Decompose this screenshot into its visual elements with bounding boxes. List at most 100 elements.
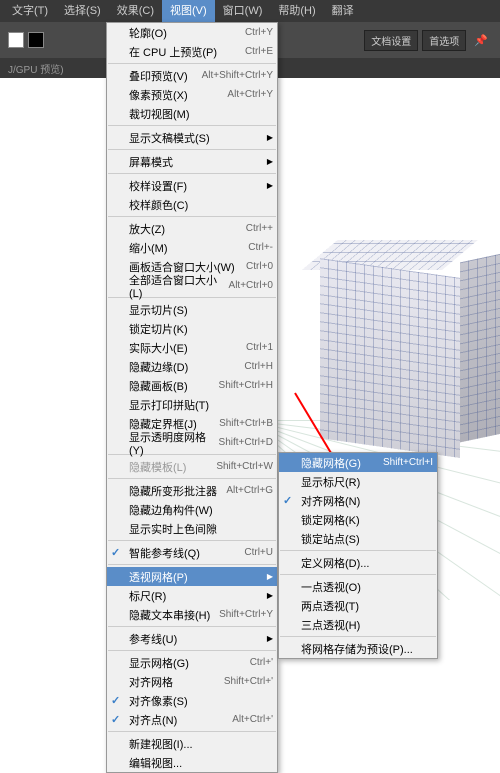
shortcut-label: Shift+Ctrl+I — [383, 457, 433, 468]
shortcut-label: Alt+Shift+Ctrl+Y — [202, 70, 273, 81]
view-menu-item-7[interactable]: 显示文稿模式(S)▶ — [107, 128, 277, 147]
menu-item-label: 放大(Z) — [129, 221, 246, 237]
menu-item-label: 显示打印拼贴(T) — [129, 397, 273, 413]
persp-submenu-item-0[interactable]: 隐藏网格(G)Shift+Ctrl+I — [279, 453, 437, 472]
menu-item-label: 实际大小(E) — [129, 340, 246, 356]
menu-item-label: 新建视图(I)... — [129, 736, 273, 752]
persp-submenu-item-9[interactable]: 两点透视(T) — [279, 596, 437, 615]
menu-item-label: 显示实时上色间隙 — [129, 521, 273, 537]
view-menu-separator — [108, 63, 276, 64]
shortcut-label: Alt+Ctrl+Y — [227, 89, 273, 100]
menu-item-label: 一点透视(O) — [301, 579, 433, 595]
topmenu-文字(T)[interactable]: 文字(T) — [4, 0, 56, 22]
view-menu-separator — [108, 540, 276, 541]
topmenu-效果(C)[interactable]: 效果(C) — [109, 0, 162, 22]
view-menu-item-47[interactable]: 新建视图(I)... — [107, 734, 277, 753]
view-menu-item-28: 隐藏模板(L)Shift+Ctrl+W — [107, 457, 277, 476]
menu-item-label: 像素预览(X) — [129, 87, 227, 103]
view-menu-separator — [108, 125, 276, 126]
shortcut-label: Shift+Ctrl+H — [219, 380, 273, 391]
view-menu-item-11[interactable]: 校样设置(F)▶ — [107, 176, 277, 195]
view-menu-item-31[interactable]: 隐藏边角构件(W) — [107, 500, 277, 519]
view-menu-item-3[interactable]: 叠印预览(V)Alt+Shift+Ctrl+Y — [107, 66, 277, 85]
persp-submenu-item-12[interactable]: 将网格存储为预设(P)... — [279, 639, 437, 658]
menu-item-label: 校样设置(F) — [129, 178, 273, 194]
menu-item-label: 显示透明度网格(Y) — [129, 429, 219, 457]
persp-submenu-item-8[interactable]: 一点透视(O) — [279, 577, 437, 596]
topmenu-选择(S)[interactable]: 选择(S) — [56, 0, 109, 22]
view-menu-separator — [108, 149, 276, 150]
view-menu-item-32[interactable]: 显示实时上色间隙 — [107, 519, 277, 538]
view-menu-item-48[interactable]: 编辑视图... — [107, 753, 277, 772]
shortcut-label: Ctrl+E — [245, 46, 273, 57]
menu-item-label: 对齐像素(S) — [129, 693, 273, 709]
menu-item-label: 缩小(M) — [129, 240, 248, 256]
view-menu-item-24[interactable]: 显示打印拼贴(T) — [107, 395, 277, 414]
persp-submenu-item-6[interactable]: 定义网格(D)... — [279, 553, 437, 572]
shortcut-label: Ctrl++ — [246, 223, 273, 234]
menu-item-label: 隐藏网格(G) — [301, 455, 383, 471]
view-menu-item-22[interactable]: 隐藏边缘(D)Ctrl+H — [107, 357, 277, 376]
shortcut-label: Ctrl+H — [244, 361, 273, 372]
topmenu-帮助(H)[interactable]: 帮助(H) — [270, 0, 323, 22]
persp-submenu-item-3[interactable]: 锁定网格(K) — [279, 510, 437, 529]
view-menu-item-23[interactable]: 隐藏画板(B)Shift+Ctrl+H — [107, 376, 277, 395]
topmenu-窗口(W)[interactable]: 窗口(W) — [215, 0, 271, 22]
view-menu-item-0[interactable]: 轮廓(O)Ctrl+Y — [107, 23, 277, 42]
view-menu-item-15[interactable]: 缩小(M)Ctrl+- — [107, 238, 277, 257]
menu-item-label: 定义网格(D)... — [301, 555, 433, 571]
view-menu-item-12[interactable]: 校样颜色(C) — [107, 195, 277, 214]
topmenu-视图(V)[interactable]: 视图(V) — [162, 0, 215, 22]
menu-item-label: 隐藏模板(L) — [129, 459, 216, 475]
view-menu-item-37[interactable]: 标尺(R)▶ — [107, 586, 277, 605]
menu-item-label: 全部适合窗口大小(L) — [129, 272, 229, 300]
menu-item-label: 锁定切片(K) — [129, 321, 273, 337]
view-menu-item-21[interactable]: 实际大小(E)Ctrl+1 — [107, 338, 277, 357]
view-menu-item-26[interactable]: 显示透明度网格(Y)Shift+Ctrl+D — [107, 433, 277, 452]
view-menu-item-20[interactable]: 锁定切片(K) — [107, 319, 277, 338]
view-menu-item-19[interactable]: 显示切片(S) — [107, 300, 277, 319]
persp-submenu-separator — [280, 550, 436, 551]
prefs-button[interactable]: 首选项 — [422, 30, 466, 51]
menu-item-label: 三点透视(H) — [301, 617, 433, 633]
view-menu-item-45[interactable]: ✓对齐点(N)Alt+Ctrl+' — [107, 710, 277, 729]
stroke-swatch[interactable] — [28, 32, 44, 48]
view-menu-separator — [108, 564, 276, 565]
view-menu-item-1[interactable]: 在 CPU 上预览(P)Ctrl+E — [107, 42, 277, 61]
view-menu-item-17[interactable]: 全部适合窗口大小(L)Alt+Ctrl+0 — [107, 276, 277, 295]
view-menu-item-4[interactable]: 像素预览(X)Alt+Ctrl+Y — [107, 85, 277, 104]
menu-item-label: 隐藏边缘(D) — [129, 359, 244, 375]
view-menu-item-44[interactable]: ✓ 对齐像素(S) — [107, 691, 277, 710]
shortcut-label: Alt+Ctrl+' — [232, 714, 273, 725]
view-menu-item-40[interactable]: 参考线(U)▶ — [107, 629, 277, 648]
doc-setup-button[interactable]: 文档设置 — [364, 30, 418, 51]
fill-swatch[interactable] — [8, 32, 24, 48]
check-icon: ✓ — [111, 713, 120, 726]
view-menu-item-38[interactable]: 隐藏文本串接(H)Shift+Ctrl+Y — [107, 605, 277, 624]
check-icon: ✓ — [111, 694, 120, 707]
menu-item-label: 隐藏文本串接(H) — [129, 607, 219, 623]
persp-submenu-item-2[interactable]: ✓对齐网格(N) — [279, 491, 437, 510]
chevron-right-icon: ▶ — [267, 133, 273, 142]
view-menu-item-9[interactable]: 屏幕模式▶ — [107, 152, 277, 171]
persp-submenu-item-4[interactable]: 锁定站点(S) — [279, 529, 437, 548]
top-menubar: 文字(T)选择(S)效果(C)视图(V)窗口(W)帮助(H)翻译 — [0, 0, 500, 22]
menu-item-label: 标尺(R) — [129, 588, 273, 604]
persp-submenu-item-10[interactable]: 三点透视(H) — [279, 615, 437, 634]
menu-item-label: 轮廓(O) — [129, 25, 245, 41]
view-menu-dropdown: 轮廓(O)Ctrl+Y在 CPU 上预览(P)Ctrl+E叠印预览(V)Alt+… — [106, 22, 278, 773]
view-menu-item-36[interactable]: 透视网格(P)▶ — [107, 567, 277, 586]
pin-icon[interactable]: 📌 — [470, 32, 492, 49]
view-menu-separator — [108, 216, 276, 217]
view-menu-item-30[interactable]: 隐藏所变形批注器Alt+Ctrl+G — [107, 481, 277, 500]
topmenu-翻译[interactable]: 翻译 — [324, 0, 362, 22]
persp-submenu-item-1[interactable]: 显示标尺(R) — [279, 472, 437, 491]
view-menu-item-42[interactable]: 显示网格(G)Ctrl+' — [107, 653, 277, 672]
view-menu-item-5[interactable]: 裁切视图(M) — [107, 104, 277, 123]
menu-item-label: 显示标尺(R) — [301, 474, 433, 490]
view-menu-item-14[interactable]: 放大(Z)Ctrl++ — [107, 219, 277, 238]
menu-item-label: 编辑视图... — [129, 755, 273, 771]
view-menu-item-43[interactable]: 对齐网格Shift+Ctrl+' — [107, 672, 277, 691]
shortcut-label: Ctrl+Y — [245, 27, 273, 38]
view-menu-item-34[interactable]: ✓智能参考线(Q)Ctrl+U — [107, 543, 277, 562]
